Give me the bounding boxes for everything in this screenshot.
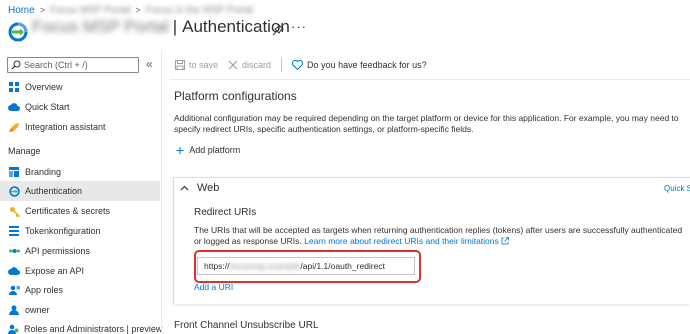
annotation-highlight-box (194, 250, 421, 283)
redirect-uris-description: The URIs that will be accepted as target… (194, 225, 690, 247)
sidebar-item-token-configuration[interactable]: Tokenkonfiguration (0, 221, 160, 241)
key-icon (8, 205, 20, 217)
sidebar-section-manage: Manage (8, 146, 41, 156)
sidebar-item-app-roles[interactable]: App roles (0, 280, 160, 300)
authentication-icon (8, 185, 20, 197)
feedback-label: Do you have feedback for us? (307, 60, 427, 70)
sidebar-item-label: owner (25, 305, 50, 315)
save-icon (175, 60, 185, 70)
title-separator: | (172, 17, 178, 36)
save-label: to save (189, 60, 219, 70)
save-button[interactable]: to save (175, 60, 218, 70)
sidebar-item-label: Tokenkonfiguration (25, 226, 101, 236)
user-icon (8, 304, 20, 316)
token-icon (8, 225, 20, 237)
heart-icon (292, 60, 304, 70)
sidebar-item-expose-api[interactable]: Expose an API (0, 261, 160, 281)
sidebar-item-quick-start[interactable]: Quick Start (0, 97, 160, 117)
learn-more-text: Learn more about redirect URIs and their… (304, 236, 499, 246)
sidebar-item-label: Integration assistant (25, 122, 106, 132)
sidebar-item-label: Overview (25, 82, 63, 92)
sidebar-item-overview[interactable]: Overview (0, 77, 160, 97)
close-icon (228, 60, 238, 70)
api-icon (8, 245, 20, 257)
breadcrumb-separator: > (135, 5, 141, 15)
sidebar-item-branding[interactable]: Branding (0, 162, 160, 182)
branding-icon (8, 166, 20, 178)
sidebar-item-label: API permissions (25, 246, 91, 256)
learn-more-redirect-link[interactable]: Learn more about redirect URIs and their… (304, 236, 509, 246)
roles-icon (8, 284, 20, 296)
web-section-title: Web (197, 182, 220, 194)
sidebar-item-label: Quick Start (25, 102, 70, 112)
grid-icon (8, 81, 20, 93)
sidebar-item-certificates[interactable]: Certificates & secrets (0, 201, 160, 221)
sidebar-item-authentication[interactable]: Authentication (0, 181, 160, 201)
breadcrumb-separator: > (39, 5, 45, 15)
platform-configurations-heading: Platform configurations (174, 89, 297, 103)
search-input[interactable]: Search (Ctrl + /) (7, 57, 139, 73)
plus-icon: + (176, 142, 185, 158)
add-platform-button[interactable]: + Add platform (176, 142, 241, 158)
sidebar-item-label: Certificates & secrets (25, 206, 111, 216)
app-name: Focus MSP Portal (32, 17, 169, 36)
sidebar-item-roles-admins[interactable]: Roles and Administrators | preview (0, 319, 163, 334)
sidebar-item-label: Roles and Administrators | preview (24, 324, 163, 334)
quickstart-link[interactable]: Quick S (664, 184, 690, 193)
cloud-icon (8, 265, 20, 277)
sidebar-item-label: Authentication (25, 186, 83, 196)
breadcrumb: Home > Focus MSP Portal > Focus in the M… (8, 3, 253, 17)
cloud-icon (8, 101, 20, 113)
rocket-icon (8, 121, 20, 133)
sidebar-item-owner[interactable]: owner (0, 300, 160, 320)
toolbar-separator (281, 58, 283, 72)
sidebar-item-label: Expose an API (25, 266, 85, 276)
sidebar-item-label: App roles (25, 285, 64, 295)
collapse-sidebar-button[interactable]: « (146, 57, 153, 71)
search-placeholder: Search (Ctrl + /) (24, 60, 88, 70)
add-platform-label: Add platform (189, 145, 241, 155)
chevron-up-icon[interactable] (180, 185, 189, 191)
toolbar-divider (170, 79, 690, 80)
sidebar-item-label: Branding (25, 167, 62, 177)
sidebar-item-integration-assistant[interactable]: Integration assistant (0, 117, 160, 137)
discard-button[interactable]: discard (228, 60, 271, 70)
search-icon (11, 60, 21, 70)
page-title: Focus MSP Portal | Authentication (32, 17, 290, 37)
more-options-icon[interactable]: ··· (291, 19, 307, 34)
pin-icon[interactable] (272, 24, 284, 36)
add-uri-link[interactable]: Add a URI (194, 282, 233, 292)
sidebar-divider (161, 50, 162, 334)
front-channel-logout-heading: Front Channel Unsubscribe URL (174, 320, 319, 331)
command-bar: to save discard Do you have feedback for… (175, 56, 437, 74)
external-link-icon (501, 237, 509, 245)
redirect-uris-heading: Redirect URIs (194, 207, 257, 218)
breadcrumb-item-portal[interactable]: Focus MSP Portal (50, 5, 130, 16)
sidebar-item-api-permissions[interactable]: API permissions (0, 241, 160, 261)
app-registration-icon (8, 22, 28, 42)
platform-description: Additional configuration may be required… (174, 113, 679, 134)
admin-icon (8, 323, 19, 334)
page-header: Focus MSP Portal | Authentication ··· (0, 16, 690, 46)
breadcrumb-item-app[interactable]: Focus in the MSP Portal (146, 5, 254, 16)
breadcrumb-home[interactable]: Home (8, 5, 35, 16)
discard-label: discard (242, 60, 272, 70)
feedback-button[interactable]: Do you have feedback for us? (292, 60, 427, 70)
web-section-header[interactable]: Web (180, 182, 219, 194)
